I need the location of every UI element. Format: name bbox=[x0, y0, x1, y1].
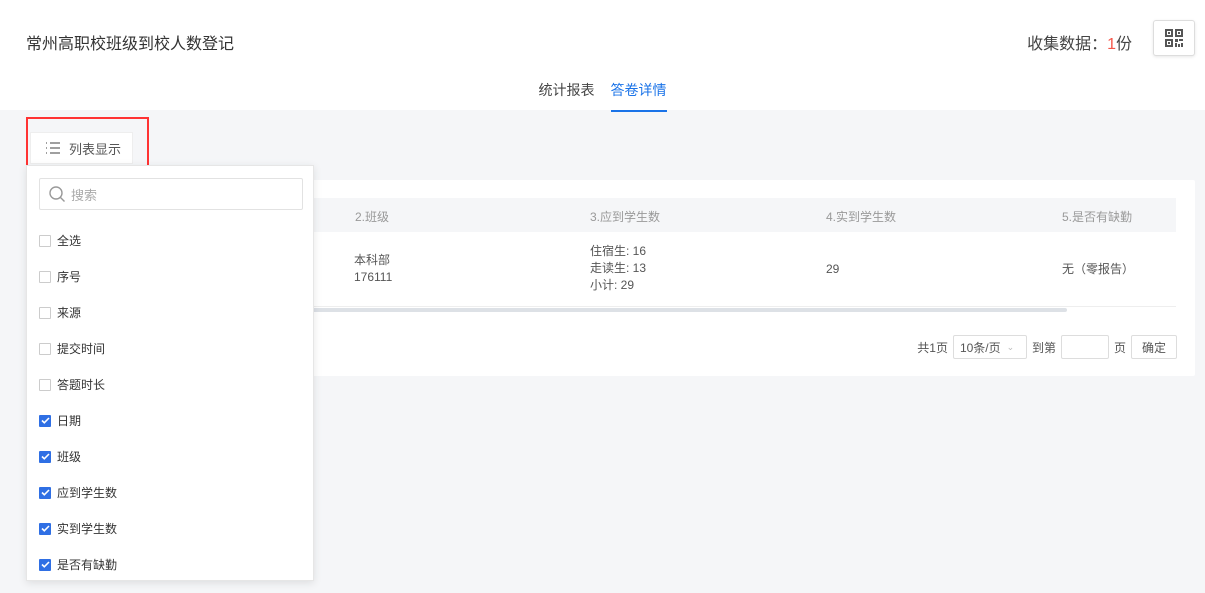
checkbox[interactable] bbox=[39, 522, 51, 535]
column-selector-dropdown: 搜索 全选序号来源提交时间答题时长日期班级应到学生数实到学生数是否有缺勤 bbox=[26, 165, 314, 581]
search-icon bbox=[49, 186, 65, 202]
tabs: 统计报表 答卷详情 bbox=[0, 80, 1205, 112]
checkbox[interactable] bbox=[39, 558, 51, 571]
page-label: 页 bbox=[1113, 340, 1126, 355]
goto-page-input[interactable] bbox=[1060, 335, 1109, 359]
column-option-label: 是否有缺勤 bbox=[57, 558, 118, 572]
column-option[interactable]: 应到学生数 bbox=[39, 484, 117, 501]
checkbox[interactable] bbox=[39, 378, 51, 391]
column-option-label: 应到学生数 bbox=[57, 486, 118, 500]
absence-cell: 无（零报告） bbox=[1062, 262, 1135, 276]
page-size-select[interactable]: 10条/页 ⌄ bbox=[952, 335, 1027, 359]
column-option[interactable]: 答题时长 bbox=[39, 376, 105, 393]
column-option[interactable]: 是否有缺勤 bbox=[39, 556, 117, 573]
qr-code-button[interactable] bbox=[1153, 20, 1195, 56]
checkbox[interactable] bbox=[39, 450, 51, 463]
pagination: 共1页 10条/页 ⌄ 到第 页 确定 bbox=[917, 335, 1177, 359]
checkbox[interactable] bbox=[39, 234, 51, 247]
column-option-label: 班级 bbox=[57, 450, 82, 464]
qr-code-icon bbox=[1165, 29, 1183, 47]
goto-label: 到第 bbox=[1031, 340, 1056, 355]
total-pages: 共1页 bbox=[917, 340, 948, 355]
column-option[interactable]: 提交时间 bbox=[39, 340, 105, 357]
chevron-down-icon: ⌄ bbox=[1006, 341, 1015, 352]
column-header: 2.班级 bbox=[355, 210, 390, 224]
column-header: 4.实到学生数 bbox=[826, 210, 897, 224]
column-option-label: 日期 bbox=[57, 414, 82, 428]
checkbox[interactable] bbox=[39, 306, 51, 319]
tab-answer-details[interactable]: 答卷详情 bbox=[610, 80, 667, 112]
collect-count: 收集数据：1份 bbox=[1027, 36, 1132, 53]
header: 常州高职校班级到校人数登记 收集数据：1份 统计报表 答卷详情 bbox=[0, 0, 1205, 112]
tab-statistics[interactable]: 统计报表 bbox=[539, 80, 595, 112]
checkbox[interactable] bbox=[39, 270, 51, 283]
search-placeholder: 搜索 bbox=[71, 187, 98, 203]
column-option-label: 全选 bbox=[57, 234, 82, 248]
column-option-label: 序号 bbox=[57, 270, 82, 284]
column-option[interactable]: 全选 bbox=[39, 232, 81, 249]
column-option-label: 提交时间 bbox=[57, 342, 106, 356]
highlight-box bbox=[26, 117, 149, 171]
column-option-label: 答题时长 bbox=[57, 378, 106, 392]
checkbox[interactable] bbox=[39, 414, 51, 427]
column-option-label: 来源 bbox=[57, 306, 82, 320]
column-option[interactable]: 班级 bbox=[39, 448, 81, 465]
checkbox[interactable] bbox=[39, 342, 51, 355]
confirm-button[interactable]: 确定 bbox=[1130, 335, 1177, 359]
column-option-label: 实到学生数 bbox=[57, 522, 118, 536]
column-option[interactable]: 来源 bbox=[39, 304, 81, 321]
checkbox[interactable] bbox=[39, 486, 51, 499]
column-header: 5.是否有缺勤 bbox=[1062, 210, 1133, 224]
page-title: 常州高职校班级到校人数登记 bbox=[26, 36, 235, 53]
class-cell: 本科部 176111 bbox=[354, 253, 393, 284]
actual-cell: 29 bbox=[826, 262, 840, 276]
column-search-input[interactable]: 搜索 bbox=[39, 178, 303, 210]
expected-cell: 住宿生: 16 走读生: 13 小计: 29 bbox=[590, 244, 647, 292]
column-option[interactable]: 实到学生数 bbox=[39, 520, 117, 537]
column-header: 3.应到学生数 bbox=[590, 210, 661, 224]
column-option[interactable]: 序号 bbox=[39, 268, 81, 285]
column-option[interactable]: 日期 bbox=[39, 412, 81, 429]
